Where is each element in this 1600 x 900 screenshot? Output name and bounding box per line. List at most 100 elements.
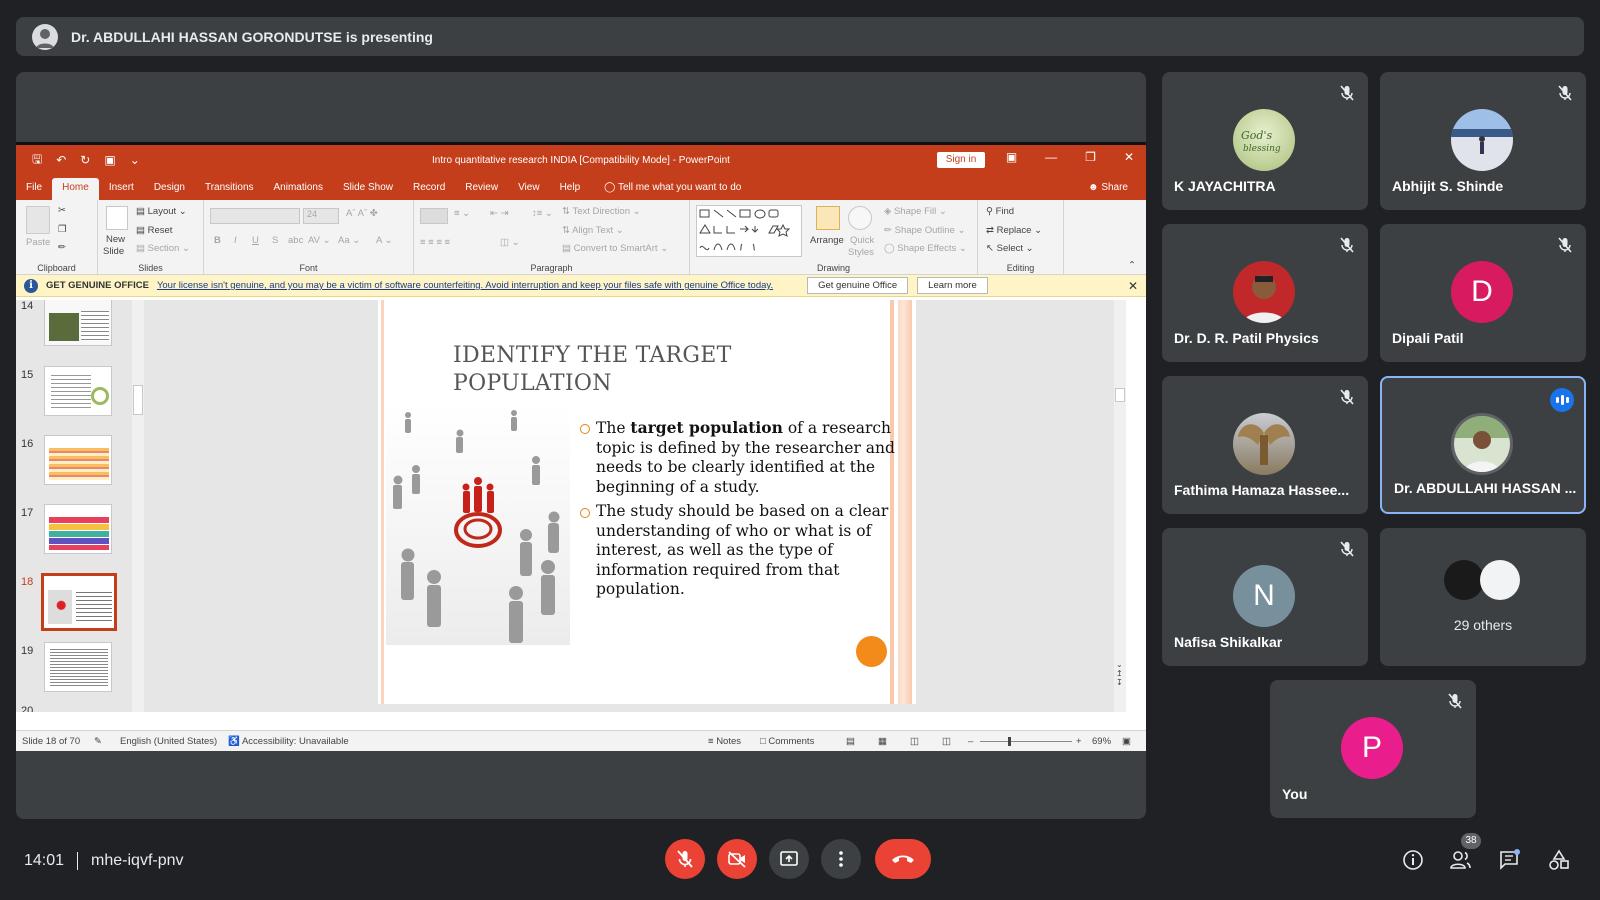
section-button[interactable]: ▤ Section ⌄ [136,243,190,254]
prev-next-slide-icons[interactable]: ⌄ ↥ ↧ [1116,660,1123,687]
underline-icon[interactable]: U [252,235,259,246]
smartart-button[interactable]: ▤ Convert to SmartArt ⌄ [562,243,668,254]
accessibility-status[interactable]: ♿ Accessibility: Unavailable [228,736,349,747]
numbering-icon[interactable]: ≡ ⌄ [454,208,470,219]
new-slide-icon[interactable] [106,206,128,230]
zoom-in-icon[interactable]: + [1076,736,1082,747]
ribbon-display-icon[interactable]: ▣ [1006,150,1017,164]
quick-styles-label[interactable]: Quick [850,235,874,246]
tab-animations[interactable]: Animations [264,178,333,200]
thumbnail-scroll-thumb[interactable] [133,385,143,415]
select-button[interactable]: ↖ Select ⌄ [986,243,1034,254]
participant-tile-fathima[interactable]: Fathima Hamaza Hassee... [1162,376,1368,514]
zoom-out-icon[interactable]: – [968,736,973,747]
people-button[interactable] [1448,847,1474,873]
align-left-icon[interactable]: ≡ ≡ ≡ ≡ [420,237,450,248]
paste-label[interactable]: Paste [26,237,50,248]
arrange-icon[interactable] [816,206,840,230]
arrange-label[interactable]: Arrange [810,235,844,246]
get-genuine-office-button[interactable]: Get genuine Office [807,277,909,294]
indent-icons[interactable]: ⇤ ⇥ [490,208,509,219]
font-size-select[interactable]: 24 [303,208,339,224]
strikethrough-icon[interactable]: abc [288,235,303,246]
comments-button[interactable]: □ Comments [760,736,814,747]
leave-call-button[interactable] [875,839,931,879]
thumbnail-14[interactable] [44,300,112,346]
thumbnail-15[interactable] [44,366,112,416]
format-painter-icon[interactable]: ✏ [58,242,66,253]
slide-scrollbar[interactable]: ⌄ ↥ ↧ [1114,300,1126,712]
quick-styles-icon[interactable] [848,206,872,230]
align-text-button[interactable]: ⇅ Align Text ⌄ [562,225,624,236]
microphone-button[interactable] [665,839,705,879]
notes-button[interactable]: ≡ Notes [708,736,741,747]
font-family-select[interactable] [210,208,300,224]
participant-tile-dipali-patil[interactable]: D Dipali Patil [1380,224,1586,362]
tab-home[interactable]: Home [52,178,99,200]
thumbnail-17[interactable] [44,504,112,554]
tab-file[interactable]: File [16,178,52,200]
char-spacing-icon[interactable]: AV ⌄ [308,235,331,246]
share-button[interactable]: ☻ Share [1088,178,1146,200]
new-slide-label[interactable]: New [106,234,125,245]
present-icon[interactable]: ▣ [104,153,115,167]
activities-button[interactable] [1546,847,1572,873]
camera-button[interactable] [717,839,757,879]
participant-tile-abdullahi-active-speaker[interactable]: Dr. ABDULLAHI HASSAN ... [1380,376,1586,514]
meeting-details-button[interactable] [1400,847,1426,873]
minimize-icon[interactable]: — [1045,150,1057,164]
bullets-icon[interactable] [420,208,448,224]
font-color-icon[interactable]: A ⌄ [376,235,392,246]
chat-button[interactable] [1496,847,1522,873]
participant-tile-dr-patil[interactable]: Dr. D. R. Patil Physics [1162,224,1368,362]
reading-view-icon[interactable]: ◫ [910,736,919,747]
copy-icon[interactable]: ❐ [58,224,67,235]
participant-tile-others[interactable]: 29 others [1380,528,1586,666]
tab-insert[interactable]: Insert [99,178,144,200]
tell-me-search[interactable]: ◯ Tell me what you want to do [598,178,747,200]
cut-icon[interactable]: ✂ [58,205,66,216]
line-spacing-icon[interactable]: ↕≡ ⌄ [532,208,553,219]
tab-review[interactable]: Review [455,178,508,200]
learn-more-button[interactable]: Learn more [917,277,988,294]
tab-record[interactable]: Record [403,178,455,200]
participant-tile-abhijit-shinde[interactable]: Abhijit S. Shinde [1380,72,1586,210]
present-now-button[interactable] [769,839,809,879]
reset-button[interactable]: ▤ Reset [136,225,172,236]
new-slide-label2[interactable]: Slide [103,246,124,257]
collapse-ribbon-icon[interactable]: ⌃ [1128,260,1136,271]
grow-font-icon[interactable]: Aˆ Aˇ ✤ [346,208,378,219]
more-options-button[interactable] [821,839,861,879]
spell-check-icon[interactable]: ✎ [94,736,102,747]
tab-help[interactable]: Help [550,178,591,200]
current-slide[interactable]: IDENTIFY THE TARGET POPULATION The targe… [378,300,916,704]
shape-effects-button[interactable]: ◯ Shape Effects ⌄ [884,243,967,254]
text-direction-button[interactable]: ⇅ Text Direction ⌄ [562,206,641,217]
normal-view-icon[interactable]: ▤ [846,736,855,747]
change-case-icon[interactable]: Aa ⌄ [338,235,360,246]
shape-fill-button[interactable]: ◈ Shape Fill ⌄ [884,206,947,217]
participant-tile-k-jayachitra[interactable]: God's blessing K JAYACHITRA [1162,72,1368,210]
redo-icon[interactable]: ↻ [80,153,90,167]
tab-slide-show[interactable]: Slide Show [333,178,403,200]
bold-icon[interactable]: B [214,235,221,246]
save-icon[interactable]: 🖫 [32,150,42,171]
layout-button[interactable]: ▤ Layout ⌄ [136,206,187,217]
tab-design[interactable]: Design [144,178,195,200]
restore-icon[interactable]: ❐ [1085,150,1096,164]
customize-qat-icon[interactable]: ⌄ [130,153,140,167]
thumbnail-scrollbar[interactable] [132,300,144,712]
thumbnail-18-selected[interactable] [41,573,117,631]
tab-transitions[interactable]: Transitions [195,178,264,200]
zoom-slider-thumb[interactable] [1008,737,1011,746]
zoom-level[interactable]: 69% [1092,736,1111,747]
fit-slide-icon[interactable]: ▣ [1122,736,1131,747]
italic-icon[interactable]: I [234,235,237,246]
thumbnail-19[interactable] [44,642,112,692]
infobar-message[interactable]: Your license isn't genuine, and you may … [157,280,773,291]
columns-icon[interactable]: ◫ ⌄ [500,237,520,248]
shapes-gallery[interactable] [696,205,802,257]
slide-scroll-thumb[interactable] [1115,388,1125,402]
find-button[interactable]: ⚲ Find [986,206,1014,217]
sign-in-button[interactable]: Sign in [937,152,985,168]
